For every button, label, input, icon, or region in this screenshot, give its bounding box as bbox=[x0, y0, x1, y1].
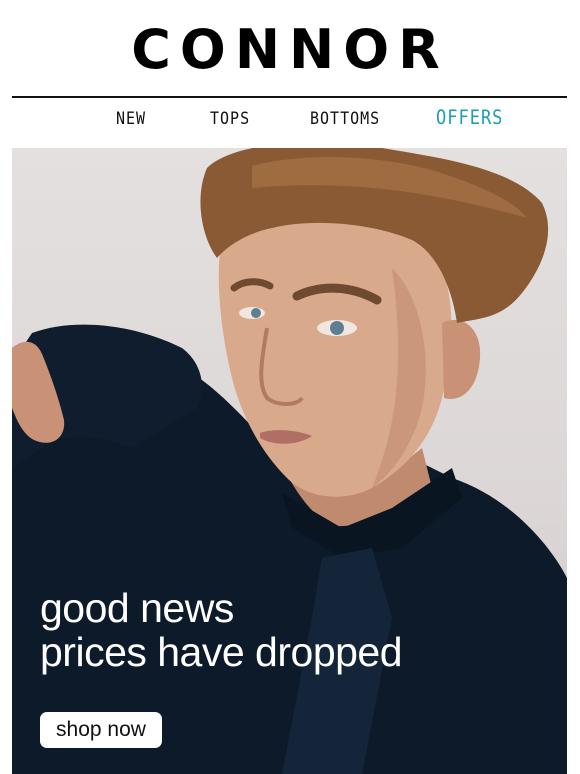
main-nav: NEW TOPS BOTTOMS OFFERS bbox=[12, 104, 567, 132]
shop-now-button[interactable]: shop now bbox=[40, 712, 162, 748]
email-page: CONNOR NEW TOPS BOTTOMS OFFERS good news… bbox=[0, 0, 580, 774]
nav-item-offers[interactable]: OFFERS bbox=[436, 102, 503, 134]
brand-logo[interactable]: CONNOR bbox=[0, 18, 580, 82]
headline-line-2: prices have dropped bbox=[40, 629, 403, 675]
headline-line-1: good news bbox=[40, 585, 234, 631]
header-divider bbox=[12, 96, 567, 98]
ear-shape bbox=[442, 319, 481, 399]
hero-headline: good news prices have dropped bbox=[40, 585, 403, 675]
nav-item-tops[interactable]: TOPS bbox=[210, 102, 250, 134]
nav-item-bottoms[interactable]: BOTTOMS bbox=[310, 102, 380, 134]
hero-banner[interactable]: good news prices have dropped shop now bbox=[12, 148, 567, 774]
nav-item-new[interactable]: NEW bbox=[116, 102, 146, 134]
hero-photo bbox=[12, 148, 567, 774]
